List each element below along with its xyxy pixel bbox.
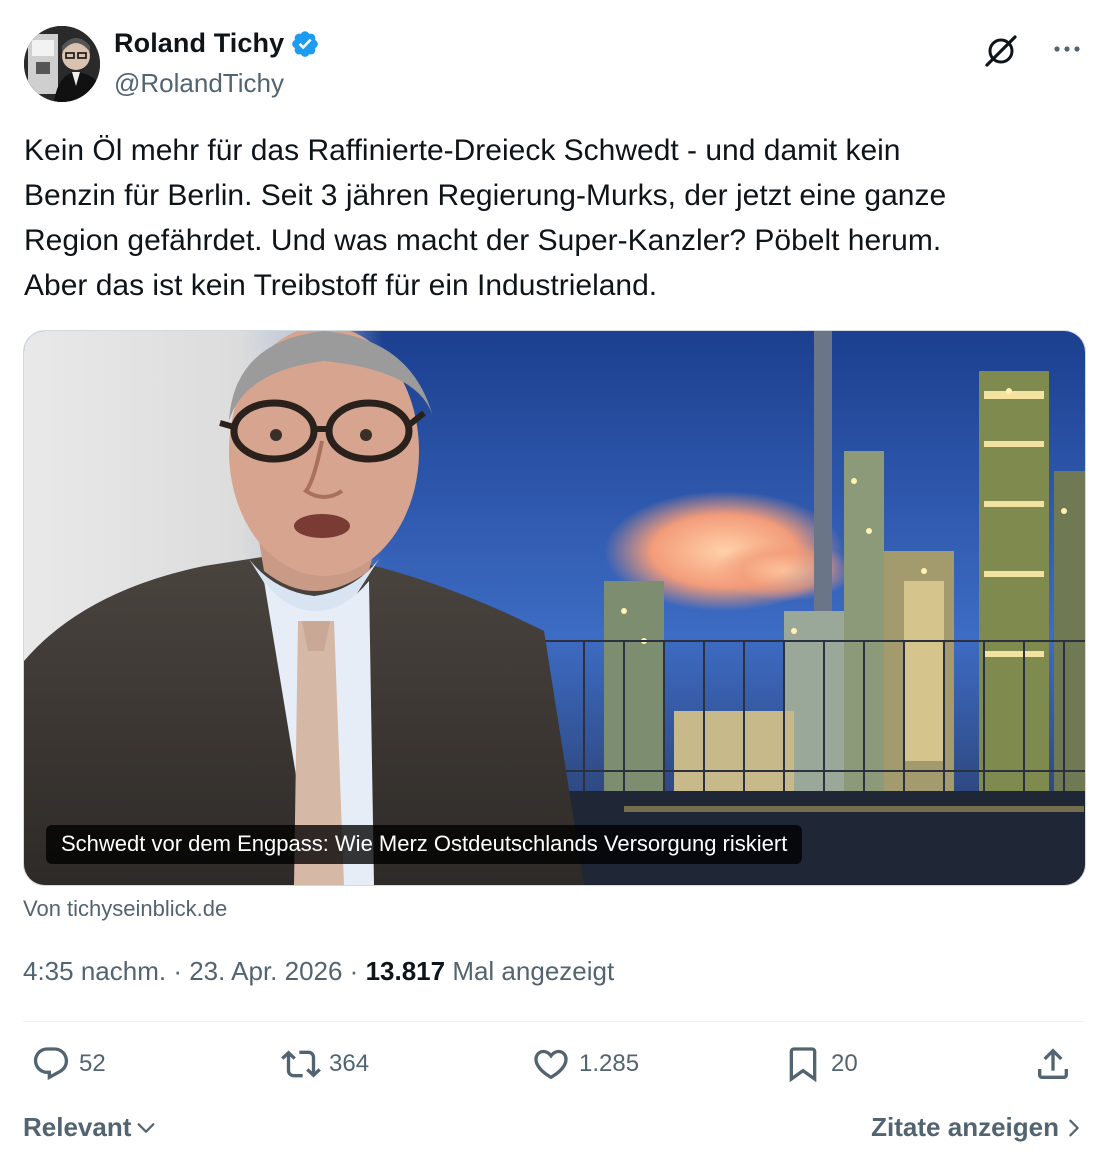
link-card-image xyxy=(24,331,1085,885)
views-label: Mal angezeigt xyxy=(445,956,615,986)
author-avatar[interactable] xyxy=(24,26,100,102)
bookmark-icon xyxy=(789,1047,817,1083)
grok-icon[interactable] xyxy=(982,32,1020,70)
author-name[interactable]: Roland Tichy xyxy=(114,28,284,59)
tweet-header: Roland Tichy @RolandTichy xyxy=(24,24,1084,104)
reply-icon xyxy=(33,1047,69,1081)
tweet-text: Kein Öl mehr für das Raffinierte-Dreieck… xyxy=(24,134,947,302)
more-dots-icon[interactable] xyxy=(1050,32,1084,66)
tweet-time[interactable]: 4:35 nachm. xyxy=(23,956,166,986)
bookmark-count: 20 xyxy=(831,1050,858,1077)
chevron-down-icon xyxy=(137,1122,155,1133)
link-card[interactable]: Schwedt vor dem Engpass: Wie Merz Ostdeu… xyxy=(23,330,1086,886)
sort-label: Relevant xyxy=(23,1112,132,1142)
author-handle[interactable]: @RolandTichy xyxy=(114,68,284,99)
divider xyxy=(23,1021,1085,1022)
repost-icon xyxy=(281,1050,321,1078)
share-icon xyxy=(1038,1048,1068,1079)
like-button[interactable]: 1.285 xyxy=(531,1044,639,1084)
tweet-meta: 4:35 nachm. · 23. Apr. 2026 · 13.817 Mal… xyxy=(23,956,614,987)
like-count: 1.285 xyxy=(579,1050,640,1077)
repost-button[interactable]: 364 xyxy=(281,1044,369,1084)
repost-count: 364 xyxy=(329,1050,370,1077)
reply-button[interactable]: 52 xyxy=(31,1044,106,1084)
quotes-label: Zitate anzeigen xyxy=(871,1112,1059,1142)
replies-sort-row: Relevant Zitate anzeigen xyxy=(23,1108,1085,1148)
reply-count: 52 xyxy=(79,1050,106,1077)
meta-separator: · xyxy=(166,956,190,986)
view-quotes-link[interactable]: Zitate anzeigen xyxy=(871,1112,1085,1143)
heart-icon xyxy=(534,1049,568,1080)
action-bar: 52 364 1.285 20 xyxy=(23,1044,1085,1094)
tweet-date[interactable]: 23. Apr. 2026 xyxy=(189,956,342,986)
chevron-right-icon xyxy=(1069,1119,1079,1136)
link-source[interactable]: Von tichyseinblick.de xyxy=(23,896,227,922)
views-count[interactable]: 13.817 xyxy=(366,956,446,986)
author-name-row: Roland Tichy xyxy=(114,28,320,59)
link-card-caption: Schwedt vor dem Engpass: Wie Merz Ostdeu… xyxy=(46,825,803,864)
sort-relevant-dropdown[interactable]: Relevant xyxy=(23,1112,157,1143)
verified-badge-icon xyxy=(290,29,320,59)
meta-separator: · xyxy=(342,956,366,986)
share-button[interactable] xyxy=(1033,1044,1081,1084)
bookmark-button[interactable]: 20 xyxy=(783,1044,858,1084)
